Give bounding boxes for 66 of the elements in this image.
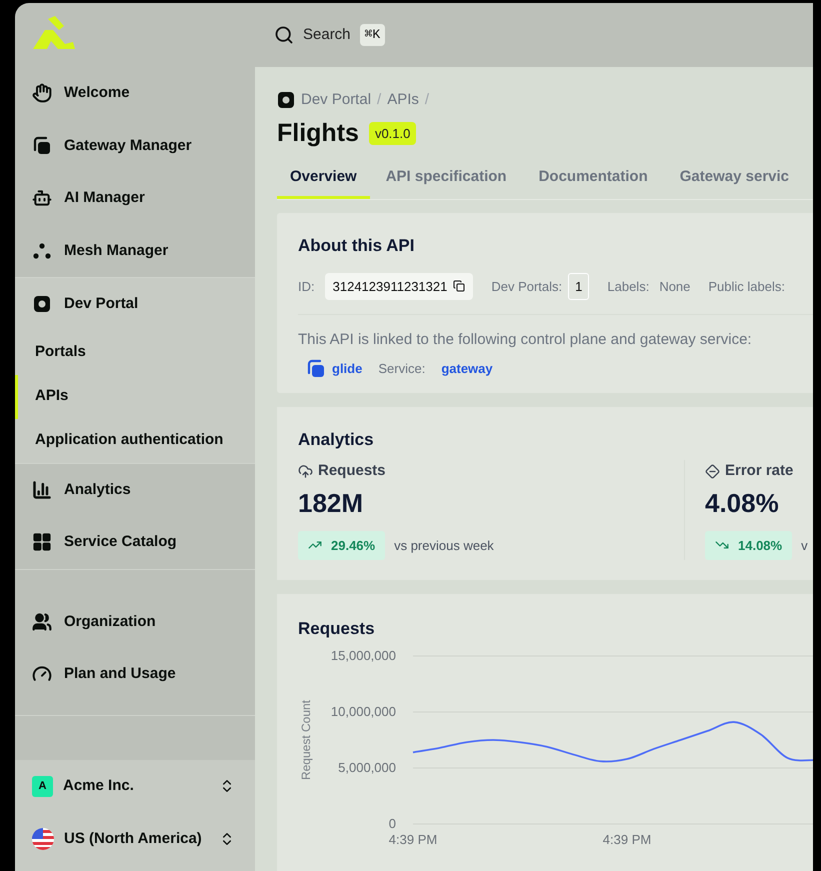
card-title: Requests [298,618,376,640]
comparison-text: vs previous week [394,536,494,555]
sidebar-item[interactable]: Analytics [15,464,255,516]
trend-badge: 14.08% [705,530,792,560]
sidebar-subitem[interactable]: Application authentication [15,418,255,462]
comparison-text: v [801,536,808,554]
y-tick-label: 15,000,000 [330,648,396,662]
service-link[interactable]: gateway [441,358,493,378]
copy-icon [453,280,466,292]
cloud-upload-icon [298,464,313,479]
field-label: Dev Portals: [491,278,562,296]
y-tick-label: 5,000,000 [338,760,396,774]
metric-label: Error rate [725,461,794,481]
grid-icon [32,532,52,552]
search-icon [274,25,294,45]
users-icon [32,612,52,632]
y-axis-label: Request Count [299,699,313,780]
shortcut-key: ⌘K [360,24,386,46]
field-label: Service: [378,360,426,378]
field-label: Public labels: [708,278,785,296]
linked-description: This API is linked to the following control plane and gateway service: [298,330,753,350]
sidebar-item[interactable]: Service Catalog [15,516,255,568]
sidebar-item[interactable]: Mesh Manager [15,224,255,277]
breadcrumb-separator: / [424,90,430,110]
metric-value: 4.08% [705,486,780,520]
diamond-alert-icon [705,464,720,479]
dots-icon [32,242,52,260]
y-tick-label: 0 [388,816,396,830]
breadcrumb-separator: / [377,90,382,110]
region-selector[interactable]: US (North America) [15,812,255,865]
field-label: ID: [298,278,315,296]
stacked-squares-icon [32,136,52,156]
field-label: Labels: [607,278,650,296]
metric-value: 182M [298,486,364,520]
sidebar-item[interactable]: Plan and Usage [15,648,255,700]
portal-icon [277,91,295,110]
control-plane-link[interactable]: glide [332,358,362,378]
sidebar-subitem[interactable]: APIs [15,374,255,418]
tab[interactable]: Overview [277,158,370,199]
metric-label: Requests [318,461,386,481]
portal-icon [33,295,51,314]
card-title: About this API [298,235,416,257]
sidebar-item[interactable]: AI Manager [15,172,255,224]
sidebar-subitem[interactable]: Portals [15,330,255,374]
robot-icon [32,188,52,208]
x-tick-label: 4:39 PM [388,832,438,846]
organization-selector[interactable]: A Acme Inc. [15,760,255,812]
card-title: Analytics [298,428,375,450]
control-plane-icon [306,358,326,378]
search-field[interactable]: Search ⌘K [255,24,386,46]
sidebar-item[interactable]: Organization [15,596,255,648]
sidebar-item[interactable]: Gateway Manager [15,120,255,172]
version-badge: v0.1.0 [368,122,416,145]
flag-icon [32,828,54,850]
y-tick-label: 10,000,000 [330,704,396,718]
count-badge: 1 [568,272,590,300]
page-title: Flights [277,118,359,148]
x-tick-label: 4:39 PM [602,832,652,846]
field-value: None [659,278,690,296]
sidebar-item[interactable]: Welcome [15,67,255,120]
trend-badge: 29.46% [298,530,386,560]
bar-chart-icon [32,480,52,500]
org-avatar: A [32,776,53,797]
waving-hand-icon [32,83,52,104]
sidebar-item[interactable]: Dev Portal [15,278,255,330]
id-field[interactable]: 3124123911231321 [324,272,474,300]
